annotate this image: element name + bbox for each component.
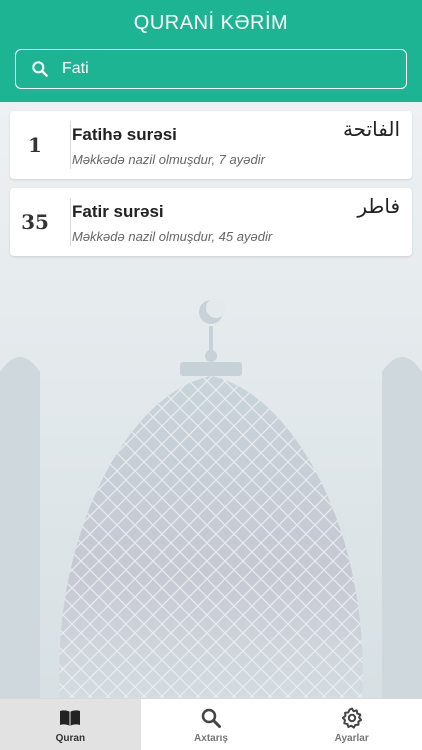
- surah-name: Fatihə surəsi: [72, 125, 177, 144]
- mosque-background-image: [0, 298, 422, 698]
- tab-settings[interactable]: Ayarlar: [281, 699, 422, 750]
- surah-arabic-name: فاطر: [357, 194, 400, 218]
- card-divider: [70, 198, 71, 246]
- surah-info: Məkkədə nazil olmuşdur, 7 ayədir: [72, 152, 265, 167]
- surah-result-card[interactable]: 1 Fatihə surəsi Məkkədə nazil olmuşdur, …: [10, 111, 412, 179]
- app-header: QURANİ KƏRİM: [0, 0, 422, 102]
- surah-result-card[interactable]: 35 Fatir surəsi Məkkədə nazil olmuşdur, …: [10, 188, 412, 256]
- results-area: 1 Fatihə surəsi Məkkədə nazil olmuşdur, …: [0, 102, 422, 698]
- search-icon: [32, 61, 48, 77]
- tab-label: Ayarlar: [334, 732, 369, 744]
- card-divider: [70, 121, 71, 169]
- bottom-tab-bar: Quran Axtarış Ayarlar: [0, 698, 422, 750]
- tab-quran[interactable]: Quran: [0, 699, 141, 750]
- tab-search[interactable]: Axtarış: [141, 699, 282, 750]
- surah-number: 1: [28, 133, 42, 157]
- surah-name: Fatir surəsi: [72, 202, 164, 221]
- search-box[interactable]: [15, 49, 407, 89]
- tab-label: Axtarış: [194, 732, 228, 744]
- tab-label: Quran: [55, 732, 86, 744]
- surah-number: 35: [21, 210, 49, 234]
- search-icon: [201, 708, 221, 728]
- search-input[interactable]: [62, 60, 362, 78]
- app-title: QURANİ KƏRİM: [133, 12, 289, 34]
- surah-arabic-name: الفاتحة: [342, 117, 400, 141]
- book-icon: [60, 709, 81, 726]
- gear-icon: [341, 707, 362, 729]
- surah-info: Məkkədə nazil olmuşdur, 45 ayədir: [72, 229, 273, 244]
